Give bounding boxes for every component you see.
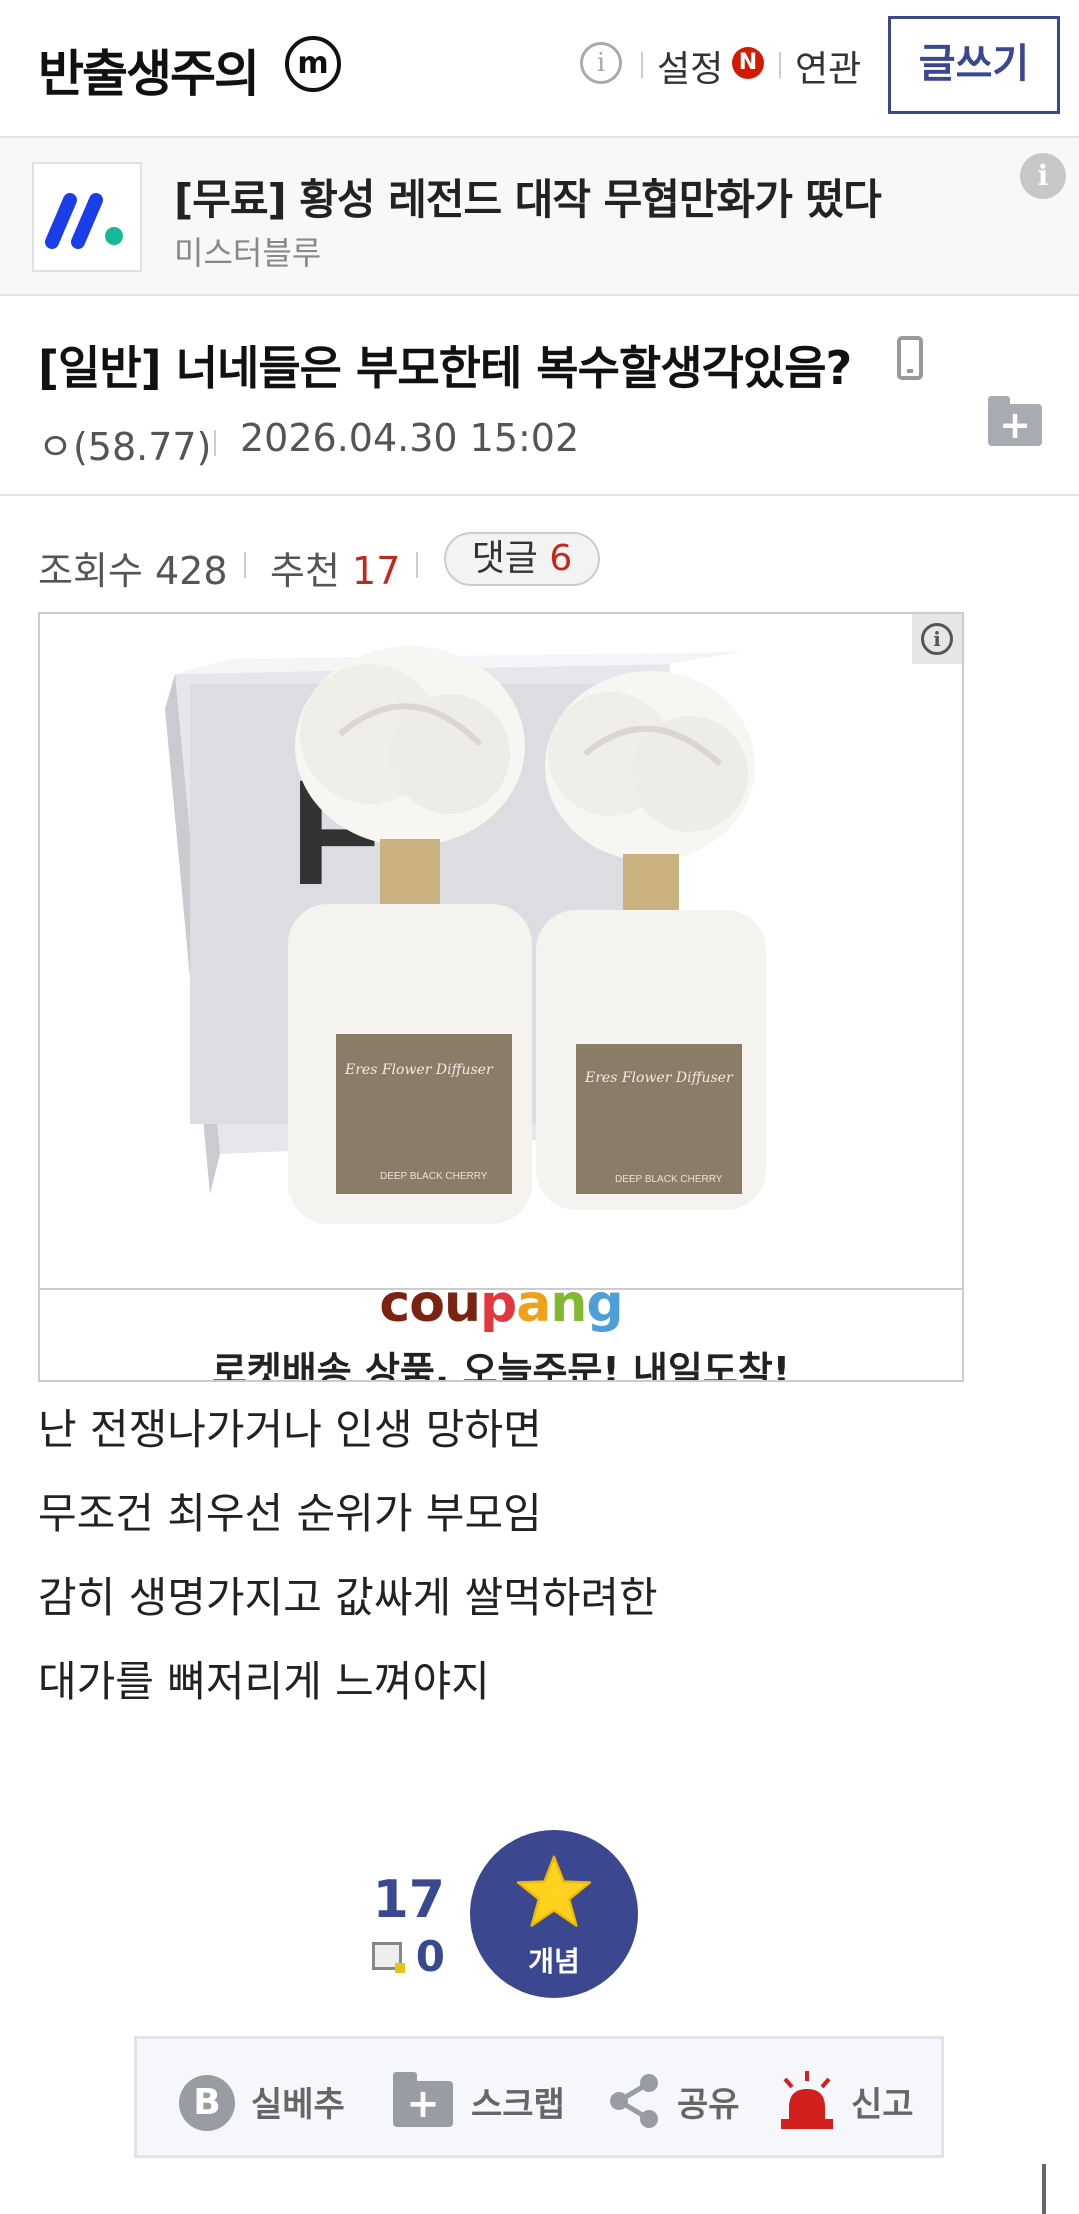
divider <box>416 552 418 578</box>
related-button[interactable]: 연관 <box>795 40 861 92</box>
views-value: 428 <box>154 549 228 593</box>
bottle-label-sub: DEEP BLACK CHERRY <box>380 1171 488 1182</box>
ad-info-button[interactable]: i <box>912 614 962 664</box>
minor-gallery-icon: m <box>285 36 341 92</box>
scrap-button[interactable]: + 스크랩 <box>337 2039 565 2155</box>
bee-icon: B <box>179 2075 235 2131</box>
recommend-up-count: 17 <box>372 1870 445 1930</box>
post-date: 2026.04.30 15:02 <box>240 416 580 460</box>
rec-label: 추천 <box>270 549 340 593</box>
info-icon[interactable]: i <box>580 42 622 84</box>
divider <box>779 52 781 78</box>
bottle-label-text: Eres Flower Diffuser <box>344 1062 494 1078</box>
divider <box>214 430 216 456</box>
sponsor-name: 미스터블루 <box>174 234 322 272</box>
ad-info-icon[interactable]: i <box>1020 153 1066 199</box>
ad-slogan: 로켓배송 상품, 오늘주문! 내일도착! <box>211 1349 791 1382</box>
body-line: 난 전쟁나가거나 인생 망하면 <box>38 1405 542 1454</box>
scrap-icon: + <box>393 2072 453 2127</box>
share-icon <box>610 2074 658 2128</box>
gallery-header: 반출생주의 m i 설정 N 연관 글쓰기 <box>0 0 1079 138</box>
rec-value: 17 <box>352 549 401 593</box>
sponsor-banner[interactable]: [무료] 황성 레전드 대작 무협만화가 떴다 미스터블루 i <box>0 138 1079 296</box>
recommend-down-count: 0 <box>415 1932 445 1981</box>
star-icon <box>516 1855 592 1927</box>
mobile-icon <box>897 336 923 380</box>
body-line: 무조건 최우선 순위가 부모임 <box>38 1489 542 1538</box>
share-button[interactable]: 공유 <box>547 2039 740 2155</box>
sponsor-title[interactable]: [무료] 황성 레전드 대작 무협만화가 떴다 <box>174 166 882 227</box>
gallery-title[interactable]: 반출생주의 <box>38 34 260 106</box>
recommend-count: 추천 17 <box>270 540 400 595</box>
views-label: 조회수 <box>38 549 143 593</box>
divider <box>244 552 246 578</box>
ad-info-icon: i <box>921 623 953 655</box>
bottle-label-sub: DEEP BLACK CHERRY <box>615 1174 723 1185</box>
post-writer[interactable]: ㅇ(58.77) <box>38 416 211 471</box>
divider <box>641 52 643 78</box>
divider <box>0 494 1079 496</box>
report-button[interactable]: 신고 <box>727 2039 941 2155</box>
view-count: 조회수 428 <box>38 540 228 595</box>
comment-label: 댓글 <box>471 538 538 579</box>
report-label: 신고 <box>851 2085 914 2125</box>
body-line: 대가를 뼈저리게 느껴야지 <box>38 1657 490 1706</box>
comment-button[interactable]: 댓글 6 <box>444 532 600 586</box>
post-action-bar: B 실베추 + 스크랩 공유 신고 <box>134 2036 944 2158</box>
bottle-label-text: Eres Flower Diffuser <box>584 1070 734 1086</box>
body-line: 감히 생명가지고 값싸게 쌀먹하려한 <box>38 1573 658 1622</box>
product-image: F Eres Flower Diffuser DEEP BLACK CHERRY… <box>40 614 962 1290</box>
concept-recommend-button[interactable]: 개념 <box>470 1830 638 1998</box>
comment-count: 6 <box>549 538 573 579</box>
sponsor-logo <box>32 162 142 272</box>
settings-button[interactable]: 설정 <box>657 40 723 92</box>
scrollbar[interactable] <box>1042 2164 1046 2214</box>
add-folder-icon[interactable]: + <box>988 396 1042 446</box>
concept-label: 개념 <box>528 1945 580 1978</box>
siren-icon <box>781 2071 833 2129</box>
new-badge: N <box>732 47 764 79</box>
not-recommend-icon[interactable] <box>372 1942 405 1973</box>
bee-recommend-button[interactable]: B 실베추 <box>137 2039 345 2155</box>
coupang-logo: coupang <box>379 1274 623 1334</box>
post-title: [일반] 너네들은 부모한테 복수할생각있음? <box>38 341 852 395</box>
bee-label: 실베추 <box>251 2085 345 2125</box>
write-button[interactable]: 글쓰기 <box>888 16 1060 114</box>
coupang-ad[interactable]: F Eres Flower Diffuser DEEP BLACK CHERRY… <box>38 612 964 1382</box>
